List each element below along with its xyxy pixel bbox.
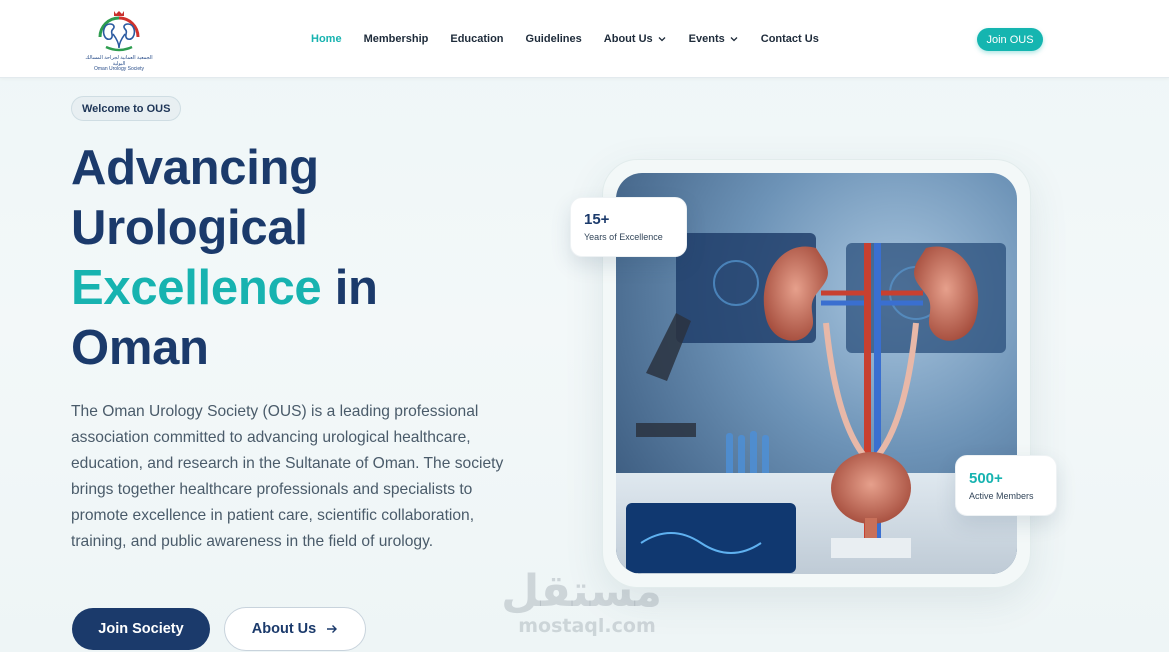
stat-members-label: Active Members <box>969 491 1034 501</box>
nav-education[interactable]: Education <box>439 33 514 45</box>
nav-guidelines[interactable]: Guidelines <box>515 33 593 45</box>
chevron-down-icon <box>730 37 738 42</box>
nav-home-label: Home <box>311 33 342 45</box>
chevron-down-icon <box>658 37 666 42</box>
headline-line-2: Urological <box>71 201 308 255</box>
about-us-button-label: About Us <box>251 621 317 637</box>
headline-line-3: in <box>334 261 378 315</box>
about-us-button[interactable]: About Us <box>224 607 366 651</box>
stat-card-years: 15+ Years of Excellence <box>570 197 687 257</box>
nav-membership-label: Membership <box>363 33 429 45</box>
nav-education-label: Education <box>450 33 504 45</box>
arrow-right-icon <box>327 625 338 633</box>
nav-membership[interactable]: Membership <box>353 33 440 45</box>
headline-line-1: Advancing <box>71 141 319 195</box>
stat-years-label: Years of Excellence <box>584 232 663 242</box>
nav-about-us[interactable]: About Us <box>593 33 678 45</box>
join-ous-button[interactable]: Join OUS <box>977 28 1043 51</box>
nav-contact-us[interactable]: Contact Us <box>750 33 830 45</box>
headline-line-4: Oman <box>71 321 209 375</box>
watermark-arabic: مستقل <box>501 566 662 617</box>
hero-description: The Oman Urology Society (OUS) is a lead… <box>71 403 504 550</box>
hero-headline: Advancing Urological Excellence in Oman <box>71 138 541 378</box>
logo-caption: الجمعية العمانية لجراحة المسالك البولية … <box>82 55 156 73</box>
watermark: مستقل mostaql.com <box>501 566 662 637</box>
main-nav: Home Membership Education Guidelines Abo… <box>300 0 830 78</box>
join-society-button[interactable]: Join Society <box>72 608 210 650</box>
nav-home[interactable]: Home <box>300 33 353 45</box>
nav-events-label: Events <box>688 33 725 45</box>
welcome-badge: Welcome to OUS <box>71 96 182 121</box>
nav-contact-us-label: Contact Us <box>760 33 819 45</box>
nav-guidelines-label: Guidelines <box>525 33 582 45</box>
nav-about-us-label: About Us <box>603 33 653 45</box>
site-header: الجمعية العمانية لجراحة المسالك البولية … <box>0 0 1169 78</box>
nav-events[interactable]: Events <box>678 33 750 45</box>
stat-years-value: 15+ <box>584 211 610 228</box>
stat-members-value: 500+ <box>969 470 1003 487</box>
logo-caption-english: Oman Urology Society <box>93 66 145 72</box>
headline-accent: Excellence <box>71 261 322 315</box>
stat-card-members: 500+ Active Members <box>955 455 1057 516</box>
watermark-latin: mostaql.com <box>518 615 656 637</box>
